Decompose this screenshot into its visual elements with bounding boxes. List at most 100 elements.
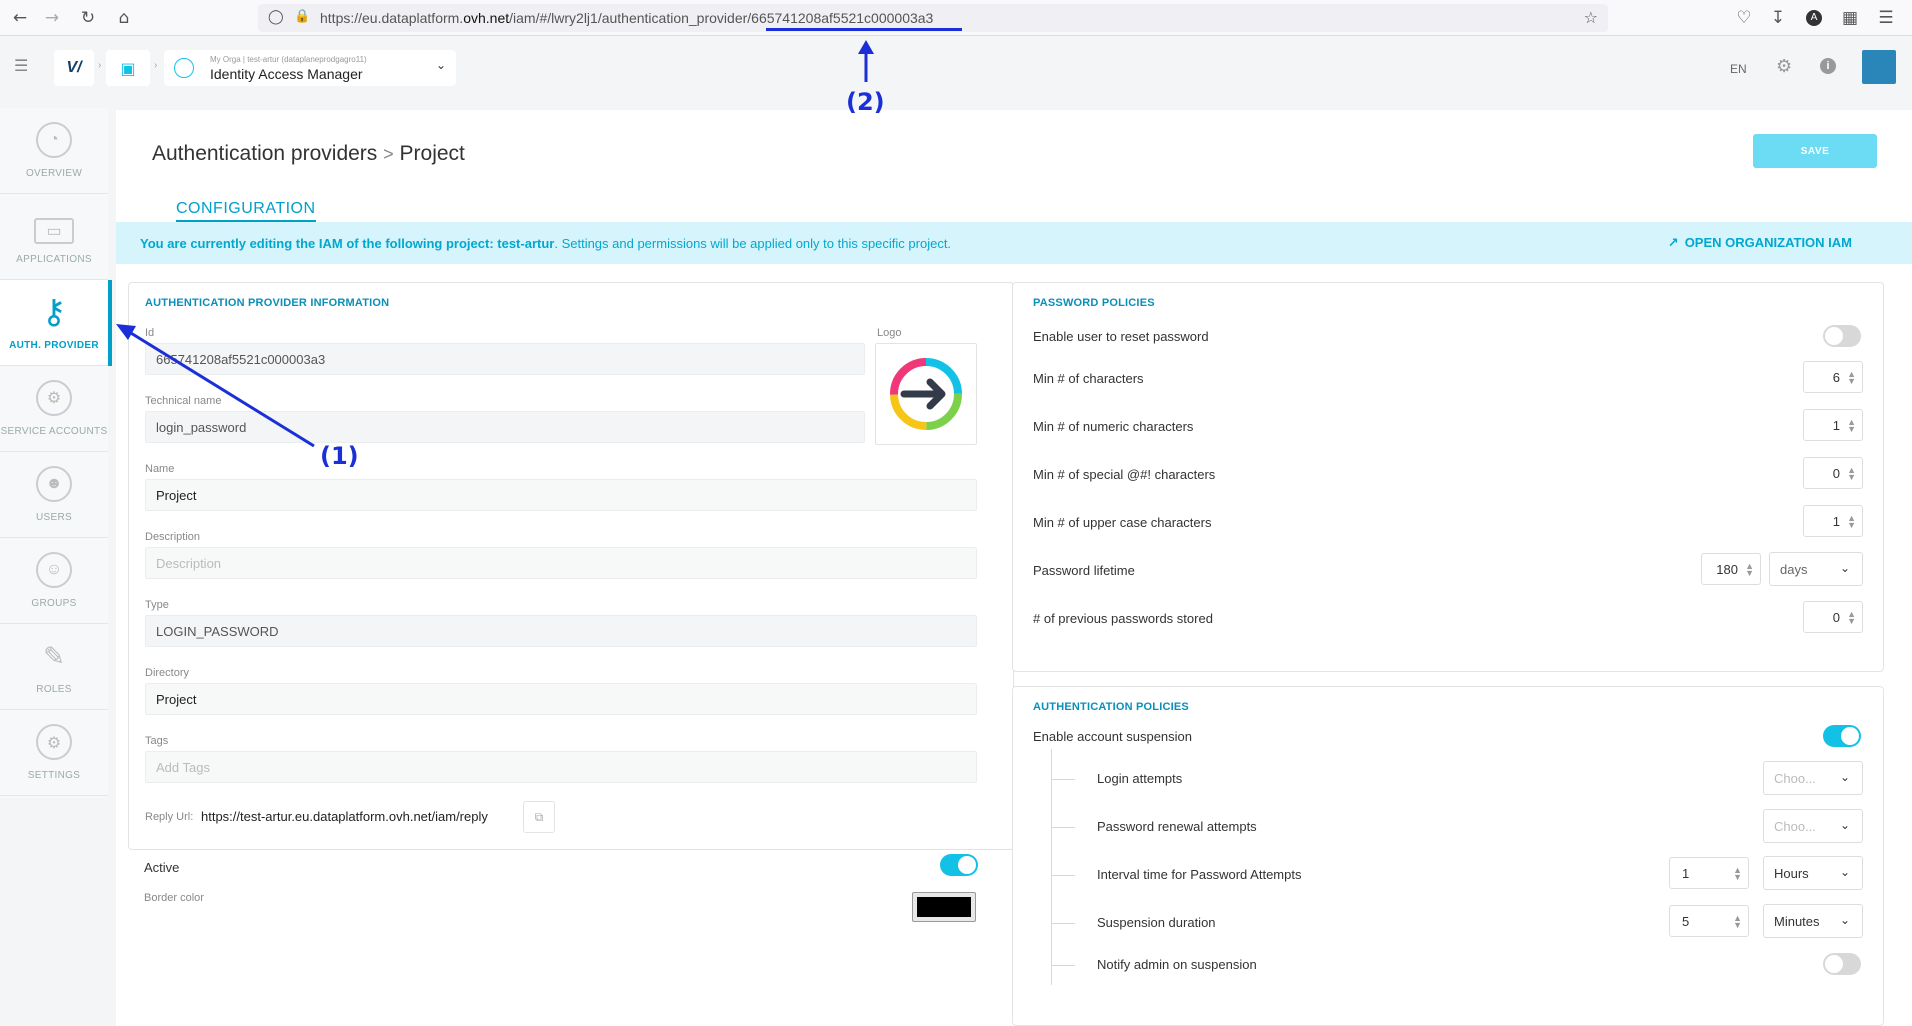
external-link-icon: ↗	[1667, 236, 1679, 251]
avatar[interactable]	[1862, 50, 1896, 84]
min-special-stepper[interactable]: 0 ▲ ▼	[1803, 457, 1863, 489]
stepper-arrows-icon[interactable]: ▲ ▼	[1847, 514, 1856, 530]
toggle-knob	[1825, 327, 1843, 345]
download-icon[interactable]: ↧	[1764, 4, 1792, 32]
reply-url-label: Reply Url:	[145, 811, 194, 823]
card-title: AUTHENTICATION POLICIES	[1033, 701, 1189, 713]
technical-name-label: Technical name	[145, 395, 222, 407]
breadcrumb-separator: >	[383, 144, 394, 164]
name-label: Name	[145, 463, 175, 475]
tree-line	[1051, 749, 1052, 985]
sidebar-item-auth-provider[interactable]: ⚷ AUTH. PROVIDER	[0, 280, 112, 366]
breadcrumb-parent[interactable]: Authentication providers	[152, 142, 377, 165]
stepper-arrows-icon[interactable]: ▲ ▼	[1745, 562, 1754, 578]
open-org-iam-link[interactable]: ↗ OPEN ORGANIZATION IAM	[1668, 235, 1852, 251]
description-input[interactable]: Description	[145, 547, 977, 579]
min-chars-stepper[interactable]: 6 ▲ ▼	[1803, 361, 1863, 393]
reset-password-toggle[interactable]	[1823, 325, 1861, 347]
notify-admin-label: Notify admin on suspension	[1097, 957, 1257, 972]
stepper-arrows-icon[interactable]: ▲ ▼	[1847, 418, 1856, 434]
lifetime-unit-select[interactable]: days ⌄	[1769, 552, 1863, 586]
active-indicator	[108, 280, 112, 366]
iam-app-icon	[174, 58, 194, 78]
sidebar-item-groups[interactable]: ☺ GROUPS	[0, 538, 108, 624]
language-selector[interactable]: EN	[1730, 62, 1747, 76]
org-label: My Orga	[210, 54, 241, 64]
min-upper-stepper[interactable]: 1 ▲ ▼	[1803, 505, 1863, 537]
sidebar: ◔ OVERVIEW ▭ APPLICATIONS ⚷ AUTH. PROVID…	[0, 108, 112, 798]
previous-passwords-stepper[interactable]: 0 ▲ ▼	[1803, 601, 1863, 633]
ovh-logo[interactable]: V/	[54, 50, 94, 86]
chevron-down-icon: ⌄	[1839, 913, 1850, 927]
menu-icon[interactable]: ☰	[1872, 4, 1900, 32]
active-label: Active	[144, 860, 180, 875]
sidebar-item-settings[interactable]: ⚙ SETTINGS	[0, 710, 108, 796]
name-input[interactable]: Project	[145, 479, 977, 511]
directory-label: Directory	[145, 667, 190, 679]
forward-icon[interactable]: →	[38, 4, 66, 32]
annotation-label-1: (1)	[320, 442, 359, 470]
active-toggle[interactable]	[940, 854, 978, 876]
service-account-icon: ⚙	[36, 380, 72, 416]
stepper-arrows-icon[interactable]: ▲ ▼	[1847, 610, 1856, 626]
chevron-down-icon: ⌄	[1839, 770, 1850, 784]
min-chars-label: Min # of characters	[1033, 371, 1144, 386]
stepper-arrows-icon[interactable]: ▲ ▼	[1733, 866, 1742, 882]
tags-input[interactable]: Add Tags	[145, 751, 977, 783]
pencil-icon: ✎	[43, 640, 65, 671]
login-attempts-select[interactable]: Choo... ⌄	[1763, 761, 1863, 795]
pocket-icon[interactable]: ♡	[1730, 4, 1758, 32]
min-numeric-stepper[interactable]: 1 ▲ ▼	[1803, 409, 1863, 441]
arrow-logo-icon	[890, 358, 962, 430]
sidebar-item-label: USERS	[36, 512, 72, 523]
duration-unit-select[interactable]: Minutes ⌄	[1763, 904, 1863, 938]
notify-admin-toggle[interactable]	[1823, 953, 1861, 975]
cubes-icon: ▣	[120, 58, 136, 78]
browser-toolbar: ← → ↻ ⌂ ◯ 🔒 https://eu.dataplatform.ovh.…	[0, 0, 1912, 36]
bookmark-star-icon[interactable]: ☆	[1584, 8, 1598, 27]
directory-select[interactable]: Project	[145, 683, 977, 715]
sidebar-item-applications[interactable]: ▭ APPLICATIONS	[0, 194, 108, 280]
lock-icon: 🔒	[294, 9, 311, 24]
save-button[interactable]: SAVE	[1753, 134, 1877, 168]
gear-icon[interactable]: ⚙	[1776, 56, 1792, 77]
duration-stepper[interactable]: 5 ▲ ▼	[1669, 905, 1749, 937]
info-icon[interactable]: i	[1820, 58, 1836, 74]
reset-password-label: Enable user to reset password	[1033, 329, 1209, 344]
border-color-picker[interactable]	[912, 892, 976, 922]
back-icon[interactable]: ←	[6, 4, 34, 32]
sidebar-item-roles[interactable]: ✎ ROLES	[0, 624, 108, 710]
sidebar-item-users[interactable]: ☻ USERS	[0, 452, 108, 538]
account-suspension-toggle[interactable]	[1823, 725, 1861, 747]
copy-button[interactable]: ⧉	[523, 801, 555, 833]
data-platform-button[interactable]: ▣	[106, 50, 150, 86]
renewal-attempts-label: Password renewal attempts	[1097, 819, 1257, 834]
hamburger-icon[interactable]: ☰	[14, 56, 28, 75]
logo-label: Logo	[877, 327, 902, 339]
interval-unit-select[interactable]: Hours ⌄	[1763, 856, 1863, 890]
group-icon: ☺	[36, 552, 72, 588]
stepper-arrows-icon[interactable]: ▲ ▼	[1847, 466, 1856, 482]
home-icon[interactable]: ⌂	[110, 4, 138, 32]
stepper-arrows-icon[interactable]: ▲ ▼	[1733, 914, 1742, 930]
tab-configuration[interactable]: CONFIGURATION	[176, 200, 316, 222]
reload-icon[interactable]: ↻	[74, 4, 102, 32]
extensions-icon[interactable]: ▦	[1836, 4, 1864, 32]
toggle-knob	[958, 856, 976, 874]
interval-stepper[interactable]: 1 ▲ ▼	[1669, 857, 1749, 889]
profile-icon[interactable]: A	[1800, 4, 1828, 32]
sidebar-item-service-accounts[interactable]: ⚙ SERVICE ACCOUNTS	[0, 366, 108, 452]
password-lifetime-stepper[interactable]: 180 ▲ ▼	[1701, 553, 1761, 585]
logo-box[interactable]	[875, 343, 977, 445]
app-switcher[interactable]: My Orga | test-artur (dataplaneprodgagro…	[164, 50, 456, 86]
page-title: Authentication providers > Project	[152, 142, 465, 166]
toggle-knob	[1841, 727, 1859, 745]
min-numeric-label: Min # of numeric characters	[1033, 419, 1194, 434]
app-header: ☰ V/ › ▣ › My Orga | test-artur (datapla…	[0, 36, 1912, 102]
description-label: Description	[145, 531, 201, 543]
color-swatch	[917, 897, 971, 917]
sidebar-item-overview[interactable]: ◔ OVERVIEW	[0, 108, 108, 194]
renewal-attempts-select[interactable]: Choo... ⌄	[1763, 809, 1863, 843]
suspension-duration-label: Suspension duration	[1097, 915, 1216, 930]
stepper-arrows-icon[interactable]: ▲ ▼	[1847, 370, 1856, 386]
